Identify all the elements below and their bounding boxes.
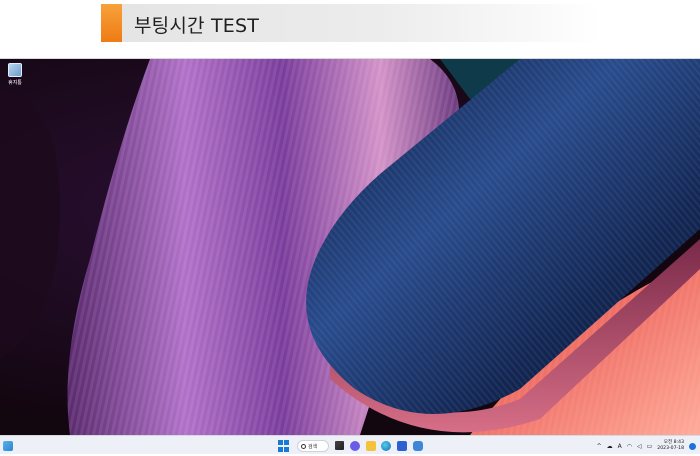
folder-icon[interactable] <box>366 441 376 451</box>
battery-icon[interactable]: ▭ <box>647 443 653 450</box>
chat-icon[interactable] <box>350 441 360 451</box>
search-icon <box>301 443 306 449</box>
notification-icon[interactable] <box>689 442 696 450</box>
desktop-screenshot: 휴지통 검색 ^ ☁ A ◠ ◁ ▭ 오전 8:43 2023-07-18 <box>0 58 700 454</box>
store-icon[interactable] <box>397 441 407 451</box>
task-view-icon[interactable] <box>335 441 344 450</box>
wifi-icon[interactable]: ◠ <box>627 443 632 450</box>
search-label: 검색 <box>308 443 318 450</box>
edge-icon[interactable] <box>381 441 391 451</box>
taskbar-clock[interactable]: 오전 8:43 2023-07-18 <box>657 440 684 452</box>
wallpaper: 휴지통 <box>0 59 700 435</box>
heading-banner: 부팅시간 TEST <box>101 4 600 42</box>
tray-chevron-icon[interactable]: ^ <box>597 443 602 450</box>
heading-title: 부팅시간 TEST <box>134 15 260 37</box>
desktop-icon-recycle-bin[interactable]: 휴지통 <box>5 63 25 86</box>
clock-date: 2023-07-18 <box>657 446 684 451</box>
heading-accent-bar <box>101 4 122 42</box>
taskbar-search-box[interactable]: 검색 <box>297 440 329 452</box>
volume-icon[interactable]: ◁ <box>637 443 642 450</box>
system-tray: ^ ☁ A ◠ ◁ ▭ 오전 8:43 2023-07-18 <box>597 436 696 454</box>
recycle-bin-icon <box>8 63 22 77</box>
wallpaper-art <box>0 59 700 435</box>
ime-indicator[interactable]: A <box>618 443 622 450</box>
windows-logo-icon <box>278 440 283 445</box>
desktop-icon-label: 휴지통 <box>8 80 22 86</box>
gear-icon[interactable] <box>413 441 423 451</box>
taskbar: 검색 ^ ☁ A ◠ ◁ ▭ 오전 8:43 2023-07-18 <box>0 435 700 454</box>
start-button[interactable] <box>278 440 290 452</box>
cloud-icon[interactable]: ☁ <box>607 443 613 450</box>
widgets-icon[interactable] <box>3 441 13 451</box>
